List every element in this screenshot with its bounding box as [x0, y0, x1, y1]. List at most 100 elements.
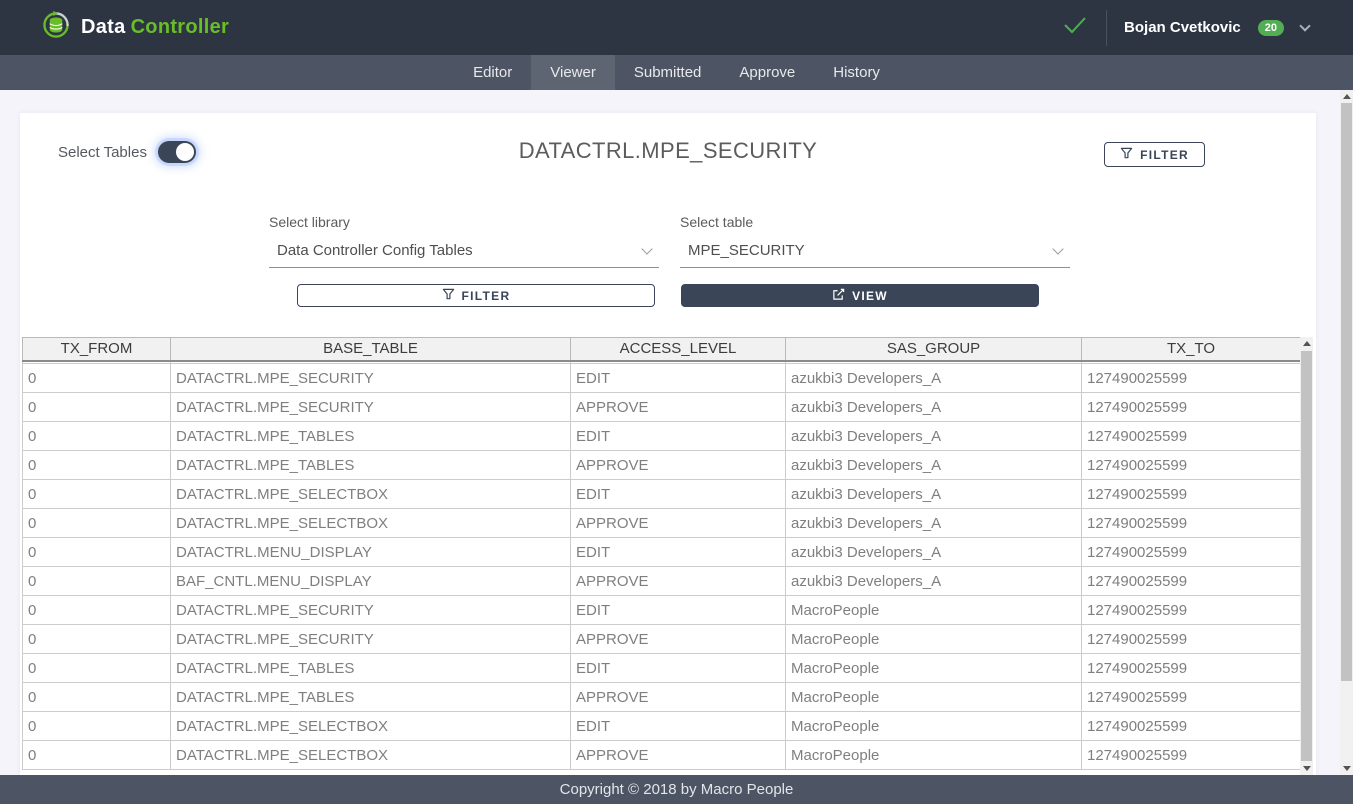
database-sync-icon: [40, 9, 72, 46]
data-grid: TX_FROMBASE_TABLEACCESS_LEVELSAS_GROUPTX…: [22, 337, 1313, 775]
table-cell: 127490025599: [1082, 538, 1301, 567]
table-row[interactable]: 0DATACTRL.MPE_SECURITYAPPROVEazukbi3 Dev…: [23, 393, 1301, 422]
table-cell: azukbi3 Developers_A: [786, 567, 1082, 596]
table-cell: DATACTRL.MPE_TABLES: [171, 683, 571, 712]
table-cell: 127490025599: [1082, 509, 1301, 538]
table-cell: 0: [23, 567, 171, 596]
table-row[interactable]: 0DATACTRL.MPE_SELECTBOXEDITazukbi3 Devel…: [23, 480, 1301, 509]
tab-history[interactable]: History: [814, 55, 899, 90]
tab-approve[interactable]: Approve: [720, 55, 814, 90]
table-cell: DATACTRL.MPE_TABLES: [171, 451, 571, 480]
table-cell: 127490025599: [1082, 422, 1301, 451]
table-cell: EDIT: [571, 538, 786, 567]
table-cell: APPROVE: [571, 625, 786, 654]
table-cell: azukbi3 Developers_A: [786, 480, 1082, 509]
scroll-down-icon[interactable]: [1340, 762, 1353, 775]
table-select[interactable]: MPE_SECURITY: [680, 240, 1070, 268]
table-body: 0DATACTRL.MPE_SECURITYEDITazukbi3 Develo…: [23, 361, 1301, 770]
column-header-access_level[interactable]: ACCESS_LEVEL: [571, 338, 786, 361]
user-name[interactable]: Bojan Cvetkovic: [1124, 19, 1241, 36]
table-cell: DATACTRL.MPE_TABLES: [171, 654, 571, 683]
select-library-label: Select library: [269, 214, 659, 230]
table-cell: DATACTRL.MPE_SELECTBOX: [171, 480, 571, 509]
table-cell: 0: [23, 393, 171, 422]
table-cell: APPROVE: [571, 567, 786, 596]
column-header-tx_from[interactable]: TX_FROM: [23, 338, 171, 361]
table-cell: azukbi3 Developers_A: [786, 393, 1082, 422]
grid-scrollbar[interactable]: [1300, 337, 1313, 775]
table-cell: EDIT: [571, 364, 786, 393]
filter-button[interactable]: FILTER: [297, 284, 655, 307]
column-header-tx_to[interactable]: TX_TO: [1082, 338, 1301, 361]
page-scrollbar[interactable]: [1340, 90, 1353, 775]
edit-box-icon: [832, 288, 845, 304]
table-cell: azukbi3 Developers_A: [786, 509, 1082, 538]
table-cell: 127490025599: [1082, 480, 1301, 509]
select-table-label: Select table: [680, 214, 1070, 230]
scroll-up-icon[interactable]: [1340, 90, 1353, 103]
table-row[interactable]: 0DATACTRL.MPE_SECURITYAPPROVEMacroPeople…: [23, 625, 1301, 654]
table-cell: APPROVE: [571, 451, 786, 480]
table-row[interactable]: 0DATACTRL.MPE_SECURITYEDITMacroPeople127…: [23, 596, 1301, 625]
scroll-down-icon[interactable]: [1300, 762, 1313, 775]
table-cell: MacroPeople: [786, 741, 1082, 770]
table-cell: MacroPeople: [786, 683, 1082, 712]
filter-button-top[interactable]: FILTER: [1104, 142, 1205, 167]
table-row[interactable]: 0DATACTRL.MPE_SELECTBOXAPPROVEMacroPeopl…: [23, 741, 1301, 770]
funnel-icon: [442, 288, 455, 304]
column-header-sas_group[interactable]: SAS_GROUP: [786, 338, 1082, 361]
table-row[interactable]: 0BAF_CNTL.MENU_DISPLAYAPPROVEazukbi3 Dev…: [23, 567, 1301, 596]
table-row[interactable]: 0DATACTRL.MPE_SECURITYEDITazukbi3 Develo…: [23, 364, 1301, 393]
app-logo[interactable]: DataController: [40, 9, 229, 46]
table-cell: azukbi3 Developers_A: [786, 451, 1082, 480]
header-divider: [1106, 10, 1107, 46]
table-row[interactable]: 0DATACTRL.MPE_SELECTBOXAPPROVEazukbi3 De…: [23, 509, 1301, 538]
table-cell: 0: [23, 712, 171, 741]
table-row[interactable]: 0DATACTRL.MPE_TABLESEDITMacroPeople12749…: [23, 654, 1301, 683]
table-cell: 0: [23, 422, 171, 451]
table-cell: MacroPeople: [786, 596, 1082, 625]
table-cell: APPROVE: [571, 741, 786, 770]
table-row[interactable]: 0DATACTRL.MPE_TABLESAPPROVEMacroPeople12…: [23, 683, 1301, 712]
view-button[interactable]: VIEW: [681, 284, 1039, 307]
table-cell: azukbi3 Developers_A: [786, 538, 1082, 567]
tab-submitted[interactable]: Submitted: [615, 55, 721, 90]
table-cell: 0: [23, 683, 171, 712]
funnel-icon: [1120, 147, 1133, 163]
table-cell: 127490025599: [1082, 712, 1301, 741]
table-cell: 0: [23, 654, 171, 683]
table-cell: MacroPeople: [786, 712, 1082, 741]
table-cell: EDIT: [571, 422, 786, 451]
table-row[interactable]: 0DATACTRL.MPE_TABLESAPPROVEazukbi3 Devel…: [23, 451, 1301, 480]
table-cell: DATACTRL.MPE_SELECTBOX: [171, 712, 571, 741]
table-cell: 0: [23, 625, 171, 654]
table-cell: MacroPeople: [786, 625, 1082, 654]
table-select-value: MPE_SECURITY: [688, 242, 805, 259]
table-cell: 127490025599: [1082, 393, 1301, 422]
table-cell: azukbi3 Developers_A: [786, 364, 1082, 393]
table-cell: EDIT: [571, 654, 786, 683]
chevron-down-icon[interactable]: [1299, 20, 1310, 31]
table-cell: 127490025599: [1082, 596, 1301, 625]
library-select-value: Data Controller Config Tables: [277, 242, 473, 259]
table-cell: 127490025599: [1082, 364, 1301, 393]
page-scrollbar-thumb[interactable]: [1341, 103, 1352, 681]
table-cell: APPROVE: [571, 393, 786, 422]
copyright-text: Copyright © 2018 by Macro People: [560, 781, 794, 798]
table-row[interactable]: 0DATACTRL.MPE_SELECTBOXEDITMacroPeople12…: [23, 712, 1301, 741]
grid-scrollbar-thumb[interactable]: [1301, 351, 1312, 761]
notification-badge[interactable]: 20: [1258, 20, 1284, 36]
table-cell: APPROVE: [571, 683, 786, 712]
app-header: DataController Bojan Cvetkovic 20: [0, 0, 1353, 55]
tab-viewer[interactable]: Viewer: [531, 55, 615, 90]
chevron-down-icon: [641, 243, 652, 254]
scroll-up-icon[interactable]: [1300, 337, 1313, 350]
table-cell: azukbi3 Developers_A: [786, 422, 1082, 451]
table-row[interactable]: 0DATACTRL.MENU_DISPLAYEDITazukbi3 Develo…: [23, 538, 1301, 567]
library-select[interactable]: Data Controller Config Tables: [269, 240, 659, 268]
table-row[interactable]: 0DATACTRL.MPE_TABLESEDITazukbi3 Develope…: [23, 422, 1301, 451]
column-header-base_table[interactable]: BASE_TABLE: [171, 338, 571, 361]
table-cell: 0: [23, 741, 171, 770]
tab-editor[interactable]: Editor: [454, 55, 531, 90]
table-cell: DATACTRL.MPE_SECURITY: [171, 596, 571, 625]
